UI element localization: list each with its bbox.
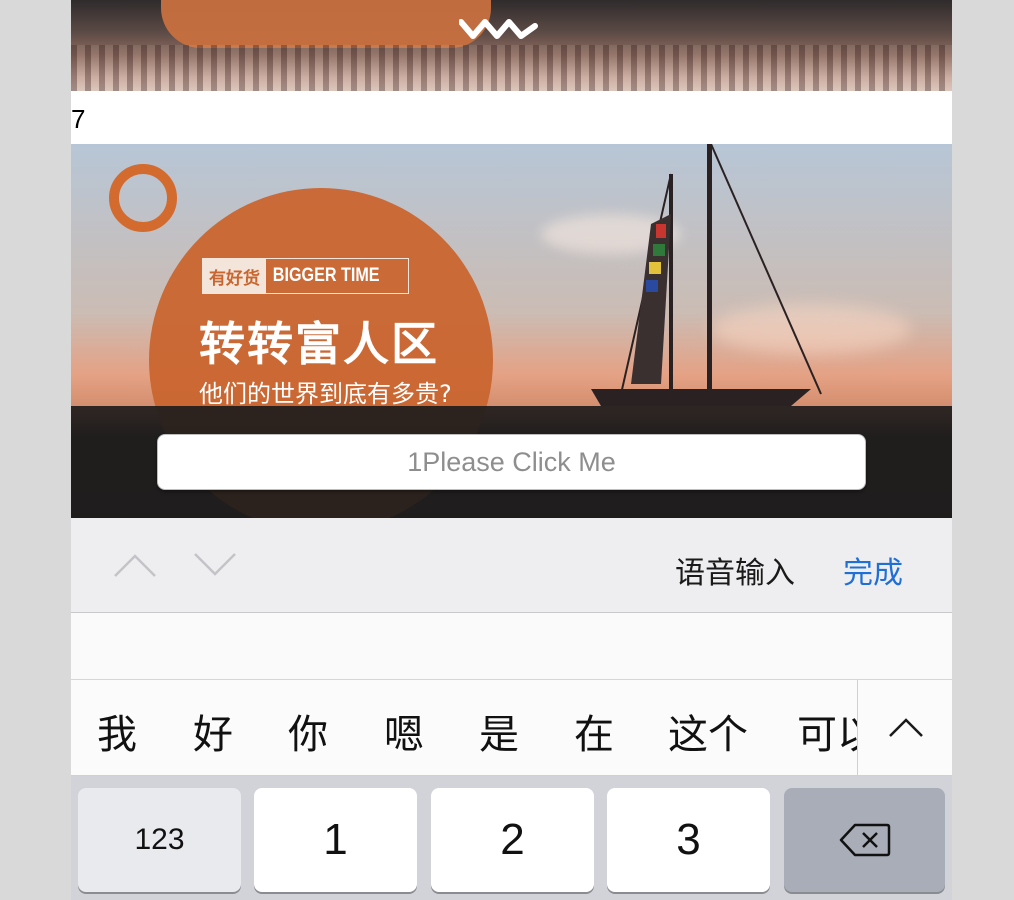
keyboard-keys: 123 1 2 3: [71, 776, 952, 900]
backspace-icon: [839, 823, 890, 857]
candidate-item[interactable]: 嗯: [384, 702, 424, 760]
key-3[interactable]: 3: [607, 788, 770, 892]
key-label: 123: [134, 823, 185, 856]
key-123[interactable]: 123: [78, 788, 241, 892]
phone-screen: 7 有好货 BIGGER TIME 转转富人区 他们的世界到底有多贵? 1Ple…: [71, 0, 952, 900]
candidate-item[interactable]: 可以: [797, 702, 857, 760]
brand-logo: 有好货 BIGGER TIME: [202, 258, 409, 294]
candidate-item[interactable]: 你: [288, 702, 328, 760]
candidate-item[interactable]: 我: [97, 702, 137, 760]
candidate-item[interactable]: 这个: [668, 702, 748, 760]
please-click-me-button[interactable]: 1Please Click Me: [157, 434, 866, 490]
chevron-up-icon: [888, 717, 923, 737]
wave-logo-icon: [459, 19, 538, 39]
expand-candidates-button[interactable]: [857, 680, 952, 775]
sailboat-graphic: [591, 144, 822, 406]
candidate-list: 我 好 你 嗯 是 在 这个 可以: [71, 680, 857, 775]
chevron-up-icon[interactable]: [113, 550, 157, 580]
water-reflection-graphic: [71, 45, 952, 91]
list-item-number: 7: [71, 104, 86, 134]
chevron-down-icon[interactable]: [193, 550, 237, 580]
candidate-item[interactable]: 在: [574, 702, 614, 760]
key-label: 2: [500, 815, 525, 864]
banner-subline: 他们的世界到底有多贵?: [199, 380, 452, 408]
previous-banner-image[interactable]: [71, 0, 952, 91]
decorative-ring: [109, 164, 177, 232]
boat-hull-graphic: [161, 0, 491, 48]
candidate-item[interactable]: 是: [479, 702, 519, 760]
delete-key[interactable]: [784, 788, 945, 892]
brand-logo-text: BIGGER TIME: [272, 265, 380, 286]
candidate-item[interactable]: 好: [193, 702, 233, 760]
brand-logo-mark: 有好货: [203, 259, 266, 293]
key-label: 3: [676, 815, 701, 864]
candidate-bar: 我 好 你 嗯 是 在 这个 可以: [71, 680, 952, 776]
key-2[interactable]: 2: [431, 788, 594, 892]
done-button[interactable]: 完成: [843, 548, 903, 592]
voice-input-button[interactable]: 语音输入: [675, 548, 795, 592]
banner-headline: 转转富人区: [199, 317, 439, 371]
key-label: 1: [323, 815, 348, 864]
composition-strip: [71, 613, 952, 680]
keyboard-accessory-bar: 语音输入 完成: [71, 518, 952, 613]
key-1[interactable]: 1: [254, 788, 417, 892]
promo-banner[interactable]: 有好货 BIGGER TIME 转转富人区 他们的世界到底有多贵? 1Pleas…: [71, 144, 952, 518]
